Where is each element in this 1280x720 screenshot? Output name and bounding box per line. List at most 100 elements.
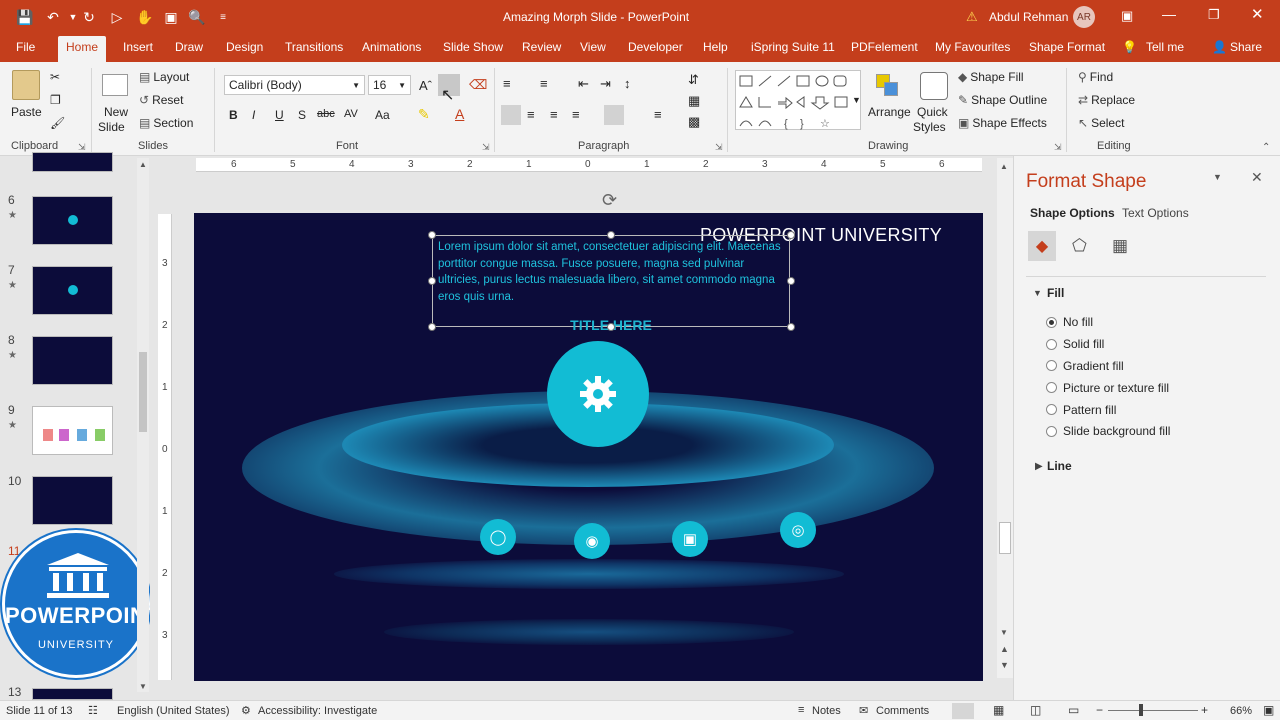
radio-no-fill[interactable] — [1046, 317, 1057, 328]
avatar[interactable]: AR — [1073, 6, 1095, 28]
resize-handle[interactable] — [428, 323, 436, 331]
screenshot-icon[interactable]: ▣ — [162, 8, 180, 26]
close-icon[interactable]: ✕ — [1251, 5, 1264, 23]
restore-icon[interactable]: ❐ — [1208, 7, 1220, 23]
slide-thumbnail[interactable] — [32, 196, 113, 245]
line-spacing-icon[interactable]: ↕ — [624, 76, 631, 91]
format-painter-icon[interactable]: 🖌 — [50, 116, 65, 130]
resize-handle[interactable] — [787, 323, 795, 331]
paste-icon[interactable] — [12, 70, 40, 100]
pattern-fill-label[interactable]: Pattern fill — [1063, 403, 1116, 417]
increase-font-icon[interactable]: Aˆ — [419, 78, 432, 93]
notes-icon[interactable]: ≡ — [798, 704, 804, 716]
decrease-indent-icon[interactable]: ⇤ — [578, 76, 589, 92]
resize-handle[interactable] — [607, 323, 615, 331]
shape-fill-button[interactable]: ◆ Shape Fill — [958, 70, 1024, 84]
slide-thumbnail[interactable] — [32, 688, 113, 700]
notes-button[interactable]: Notes — [812, 705, 841, 717]
text-direction-icon[interactable]: ≡ — [654, 107, 662, 122]
tab-file[interactable]: File — [16, 40, 35, 54]
numbering-icon[interactable]: ≡ — [540, 76, 548, 91]
zoom-slider-track[interactable] — [1108, 710, 1198, 711]
scroll-up-icon[interactable]: ▲ — [139, 160, 147, 169]
pane-options-icon[interactable]: ▼ — [1213, 172, 1222, 182]
shape-outline-button[interactable]: ✎ Shape Outline — [958, 93, 1047, 107]
scroll-down-icon[interactable]: ▼ — [1000, 628, 1008, 637]
align-right-icon[interactable]: ≡ — [550, 107, 558, 122]
slide[interactable]: POWERPOINT UNIVERSITY Lorem ipsum dolor … — [194, 213, 983, 681]
tab-insert[interactable]: Insert — [123, 40, 153, 54]
solid-fill-label[interactable]: Solid fill — [1063, 337, 1104, 351]
copy-icon[interactable]: ❐ — [50, 93, 61, 107]
slide-background-fill-label[interactable]: Slide background fill — [1063, 424, 1170, 438]
redo-icon[interactable]: ↻ — [80, 8, 98, 26]
start-slideshow-icon[interactable]: ▷ — [108, 8, 126, 26]
select-button[interactable]: ↖ Select — [1078, 116, 1124, 130]
change-case-button[interactable]: Aa — [375, 108, 390, 122]
fit-to-window-icon[interactable]: ▣ — [1263, 703, 1274, 717]
zoom-slider-thumb[interactable] — [1139, 704, 1143, 716]
font-family-select[interactable]: Calibri (Body) ▼ — [224, 75, 365, 95]
tab-design[interactable]: Design — [226, 40, 263, 54]
comments-icon[interactable]: ✉ — [859, 704, 868, 717]
bold-button[interactable]: B — [229, 108, 238, 122]
paste-button[interactable]: Paste — [11, 105, 42, 119]
arrange-button[interactable]: Arrange — [868, 105, 911, 119]
chevron-down-icon[interactable]: ▼ — [1033, 288, 1042, 298]
resize-handle[interactable] — [787, 277, 795, 285]
increase-indent-icon[interactable]: ⇥ — [600, 76, 611, 92]
touch-mode-icon[interactable]: ✋ — [136, 8, 154, 26]
smartart-icon[interactable]: ▦ — [688, 93, 700, 109]
character-spacing-button[interactable]: AV — [344, 108, 358, 120]
italic-button[interactable]: I — [252, 108, 255, 122]
justify-icon[interactable]: ≡ — [572, 107, 580, 122]
share-icon[interactable]: 👤 — [1212, 40, 1227, 54]
resize-handle[interactable] — [428, 277, 436, 285]
accessibility-icon[interactable]: ⚙ — [241, 704, 251, 717]
body-text[interactable]: Lorem ipsum dolor sit amet, consectetuer… — [438, 239, 784, 305]
line-section-header[interactable]: Line — [1047, 459, 1072, 473]
accessibility-status[interactable]: Accessibility: Investigate — [258, 705, 377, 717]
slideshow-icon[interactable]: ▭ — [1068, 703, 1079, 717]
underline-button[interactable]: U — [275, 108, 284, 122]
resize-handle[interactable] — [428, 231, 436, 239]
radio-slide-background-fill[interactable] — [1046, 426, 1057, 437]
thumbnails-scrollbar[interactable]: ▲ ▼ — [137, 158, 149, 692]
chevron-down-icon[interactable]: ▼ — [852, 95, 861, 105]
warning-icon[interactable]: ⚠ — [966, 9, 978, 25]
resize-handle[interactable] — [607, 231, 615, 239]
tab-draw[interactable]: Draw — [175, 40, 203, 54]
tab-shape-options[interactable]: Shape Options — [1030, 206, 1115, 220]
tab-my-favourites[interactable]: My Favourites — [935, 40, 1010, 54]
layout-button[interactable]: ▤ Layout — [139, 70, 189, 84]
clear-formatting-icon[interactable]: ⌫ — [469, 77, 487, 93]
tab-home[interactable]: Home — [58, 36, 107, 62]
scroll-thumb[interactable] — [139, 352, 147, 432]
collapse-ribbon-icon[interactable]: ⌃ — [1262, 142, 1270, 153]
effects-icon[interactable]: ⬠ — [1072, 236, 1087, 256]
rotate-handle-icon[interactable]: ⟳ — [602, 190, 617, 211]
tab-developer[interactable]: Developer — [628, 40, 683, 54]
scroll-thumb[interactable] — [999, 522, 1011, 554]
share-button[interactable]: Share — [1230, 40, 1262, 54]
ribbon-display-icon[interactable]: ▣ — [1121, 8, 1133, 24]
fill-line-icon[interactable]: ◆ — [1028, 231, 1056, 261]
tab-pdfelement[interactable]: PDFelement — [851, 40, 918, 54]
columns-icon[interactable] — [604, 105, 624, 125]
size-properties-icon[interactable]: ▦ — [1112, 236, 1128, 256]
radio-picture-fill[interactable] — [1046, 382, 1057, 393]
save-icon[interactable]: 💾 — [16, 8, 34, 26]
font-size-select[interactable]: 16 ▼ — [368, 75, 411, 95]
reset-button[interactable]: ↺ Reset — [139, 93, 183, 107]
lightbulb-icon[interactable]: 💡 — [1122, 40, 1137, 54]
section-button[interactable]: ▤ Section — [139, 116, 193, 130]
reading-view-icon[interactable]: ◫ — [1030, 703, 1041, 717]
normal-view-icon[interactable] — [952, 703, 974, 719]
slide-thumbnail[interactable] — [32, 266, 113, 315]
find-button[interactable]: ⚲ Find — [1078, 70, 1113, 84]
convert-smartart-icon[interactable]: ▩ — [688, 114, 700, 130]
replace-button[interactable]: ⇄ Replace — [1078, 93, 1135, 107]
new-slide-label[interactable]: New — [104, 105, 128, 119]
zoom-level[interactable]: 66% — [1230, 705, 1252, 717]
zoom-out-icon[interactable]: − — [1096, 703, 1103, 717]
